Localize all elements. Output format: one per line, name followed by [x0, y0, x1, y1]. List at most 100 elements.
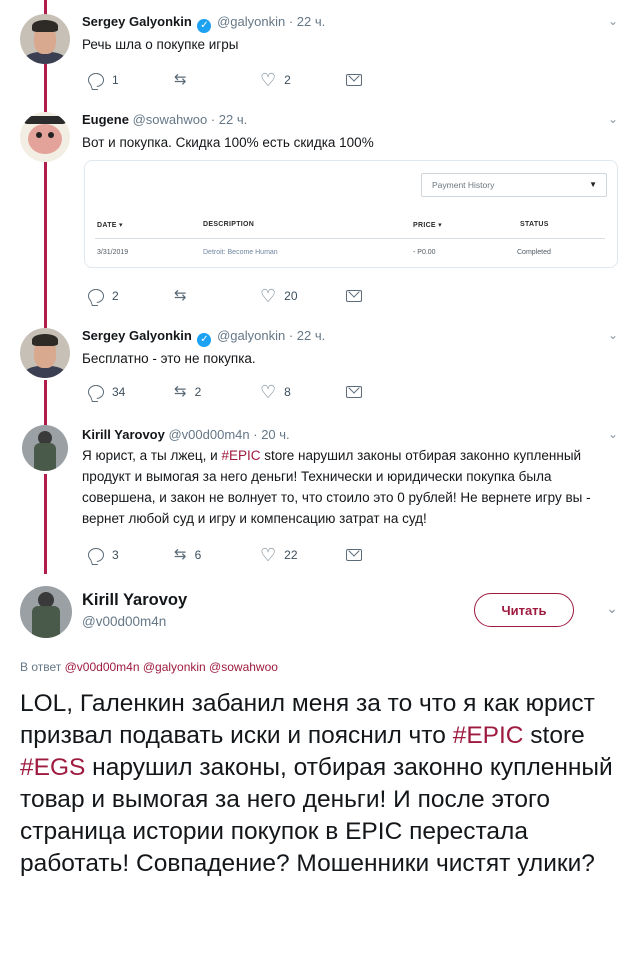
reply-icon: [88, 548, 104, 562]
timestamp[interactable]: · 22 ч.: [289, 328, 325, 343]
avatar[interactable]: [20, 14, 70, 64]
like-count: 2: [284, 73, 291, 87]
reply-count: 2: [112, 289, 119, 303]
author-name[interactable]: Sergey Galyonkin: [82, 328, 192, 343]
mail-icon: [346, 386, 362, 398]
tweet[interactable]: Sergey Galyonkin ✓ @galyonkin · 22 ч. ⌄ …: [0, 320, 640, 415]
mail-icon: [346, 290, 362, 302]
tweet-text: Вот и покупка. Скидка 100% есть скидка 1…: [82, 135, 374, 150]
text-segment: Я юрист, а ты лжец, и: [82, 448, 222, 463]
retweet-count: 6: [194, 548, 202, 562]
retweet-button[interactable]: ⇆ 6: [174, 545, 201, 565]
tweet[interactable]: Sergey Galyonkin ✓ @galyonkin · 22 ч. ⌄ …: [0, 0, 640, 100]
column-header: STATUS: [520, 221, 549, 228]
verified-icon: ✓: [197, 19, 212, 33]
tweet-header: Kirill Yarovoy @v00d00m4n · 20 ч.: [82, 427, 290, 442]
hashtag-link[interactable]: #EPIC: [221, 448, 260, 463]
reply-count: 1: [112, 73, 119, 87]
mail-icon: [346, 549, 362, 561]
follow-button[interactable]: Читать: [474, 593, 574, 627]
reply-button[interactable]: 2: [88, 286, 119, 306]
reply-icon: [88, 289, 104, 303]
like-count: 22: [284, 548, 298, 562]
author-handle[interactable]: @galyonkin: [217, 328, 285, 343]
like-count: 20: [284, 289, 298, 303]
heart-icon: ♡: [260, 70, 277, 90]
chevron-down-icon[interactable]: ⌄: [606, 600, 618, 617]
mail-icon: [346, 74, 362, 86]
avatar[interactable]: [20, 112, 70, 162]
author-handle[interactable]: @v00d00m4n: [168, 427, 249, 442]
author-name[interactable]: Eugene: [82, 112, 129, 127]
reply-button[interactable]: 34: [88, 382, 125, 402]
retweet-button[interactable]: ⇆ 2: [174, 382, 201, 402]
dm-button[interactable]: [346, 545, 362, 565]
like-button[interactable]: ♡ 2: [260, 70, 291, 90]
heart-icon: ♡: [260, 545, 277, 565]
heart-icon: ♡: [260, 382, 277, 402]
like-count: 8: [284, 385, 291, 399]
table-divider: [95, 238, 605, 239]
reply-button[interactable]: 1: [88, 70, 119, 90]
author-name[interactable]: Sergey Galyonkin: [82, 14, 192, 29]
text-segment: store: [523, 722, 585, 749]
tweet-header: Eugene @sowahwoo · 22 ч.: [82, 112, 247, 127]
retweet-button[interactable]: ⇆: [174, 286, 195, 306]
chevron-down-icon[interactable]: ⌄: [608, 427, 618, 441]
like-button[interactable]: ♡ 22: [260, 545, 298, 565]
retweet-icon: ⇆: [174, 383, 187, 400]
author-handle[interactable]: @sowahwoo: [133, 112, 208, 127]
timestamp[interactable]: · 22 ч.: [211, 112, 247, 127]
avatar[interactable]: [20, 586, 72, 638]
text-segment: нарушил законы, отбирая законно купленны…: [20, 754, 613, 877]
main-tweet-text: LOL, Галенкин забанил меня за то что я к…: [20, 688, 630, 880]
chevron-down-icon[interactable]: ⌄: [608, 14, 618, 28]
timestamp[interactable]: · 22 ч.: [289, 14, 325, 29]
dropdown-label: Payment History: [432, 180, 495, 190]
tweet-text: Речь шла о покупке игры: [82, 37, 239, 52]
column-header: PRICE ▾: [413, 222, 442, 229]
like-button[interactable]: ♡ 8: [260, 382, 291, 402]
attached-image[interactable]: Payment History ▼ DATE ▾ DESCRIPTION PRI…: [84, 160, 618, 268]
avatar[interactable]: [20, 328, 70, 378]
dm-button[interactable]: [346, 70, 362, 90]
dm-button[interactable]: [346, 286, 362, 306]
tweet-text: Я юрист, а ты лжец, и #EPIC store наруши…: [82, 445, 620, 529]
table-cell: 3/31/2019: [97, 249, 129, 256]
column-header: DESCRIPTION: [203, 221, 255, 228]
hashtag-link[interactable]: #EGS: [20, 754, 85, 781]
replying-handles[interactable]: @v00d00m4n @galyonkin @sowahwoo: [65, 660, 278, 674]
retweet-button[interactable]: ⇆: [174, 70, 195, 90]
retweet-count: 2: [194, 385, 202, 399]
author-handle[interactable]: @galyonkin: [217, 14, 285, 29]
reply-icon: [88, 385, 104, 399]
like-button[interactable]: ♡ 20: [260, 286, 298, 306]
author-handle[interactable]: @v00d00m4n: [82, 614, 166, 629]
reply-count: 34: [112, 385, 126, 399]
column-header: DATE ▾: [97, 222, 123, 229]
chevron-down-icon[interactable]: ⌄: [608, 328, 618, 342]
reply-icon: [88, 73, 104, 87]
reply-button[interactable]: 3: [88, 545, 119, 565]
heart-icon: ♡: [260, 286, 277, 306]
hashtag-link[interactable]: #EPIC: [453, 722, 524, 749]
payment-history-dropdown: Payment History ▼: [421, 173, 607, 197]
replying-prefix: В ответ: [20, 660, 62, 674]
retweet-icon: ⇆: [174, 546, 187, 563]
tweet-header: Sergey Galyonkin ✓ @galyonkin · 22 ч.: [82, 14, 325, 33]
tweet-header: Sergey Galyonkin ✓ @galyonkin · 22 ч.: [82, 328, 325, 347]
table-cell: - P0.00: [413, 249, 436, 256]
tweet[interactable]: Kirill Yarovoy @v00d00m4n · 20 ч. ⌄ Я юр…: [0, 415, 640, 575]
author-name[interactable]: Kirill Yarovoy: [82, 591, 187, 610]
table-cell: Completed: [517, 249, 551, 256]
timestamp[interactable]: · 20 ч.: [253, 427, 289, 442]
chevron-down-icon[interactable]: ⌄: [608, 112, 618, 126]
retweet-icon: ⇆: [174, 287, 187, 304]
replying-to: В ответ @v00d00m4n @galyonkin @sowahwoo: [20, 660, 278, 674]
author-name[interactable]: Kirill Yarovoy: [82, 427, 165, 442]
tweet-text: Бесплатно - это не покупка.: [82, 351, 256, 366]
retweet-icon: ⇆: [174, 71, 187, 88]
avatar[interactable]: [22, 425, 68, 471]
dm-button[interactable]: [346, 382, 362, 402]
caret-down-icon: ▼: [589, 180, 597, 189]
